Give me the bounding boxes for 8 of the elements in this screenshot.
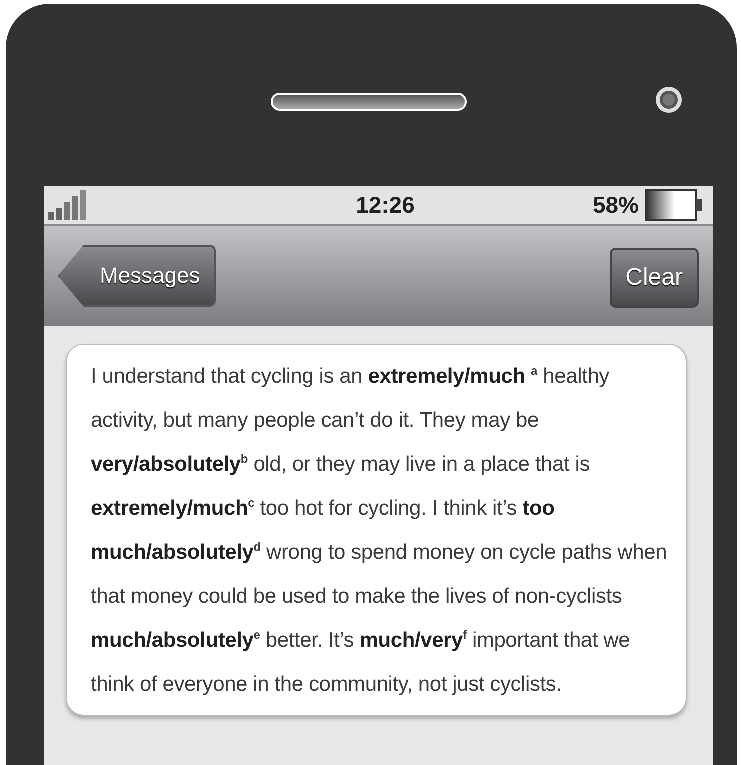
message-bubble: I understand that cycling is an extremely/much $^{a}$ healthy activity, but many people can’t do it. They may be very/absolutely$^{b}$ old, or they may live in a place that is extremely/much$^{c}$ too hot for cycling. I think it’s too much/absolutely$^{d}$ wrong to spend money on cycle paths when that money could be used to make the lives of non-cyclists much/absolutely$^{e}$ better. It’s much/very$^{f}$ important that we think of everyone in the community, not just cyclists. (66, 344, 687, 716)
battery-icon (645, 189, 703, 221)
camera-icon (655, 86, 683, 114)
clear-button[interactable]: Clear (610, 248, 699, 308)
status-time: 12:26 (355, 192, 416, 218)
battery-percent: 58% (592, 192, 639, 218)
back-button[interactable]: Messages (58, 245, 216, 307)
signal-icon (48, 190, 88, 220)
